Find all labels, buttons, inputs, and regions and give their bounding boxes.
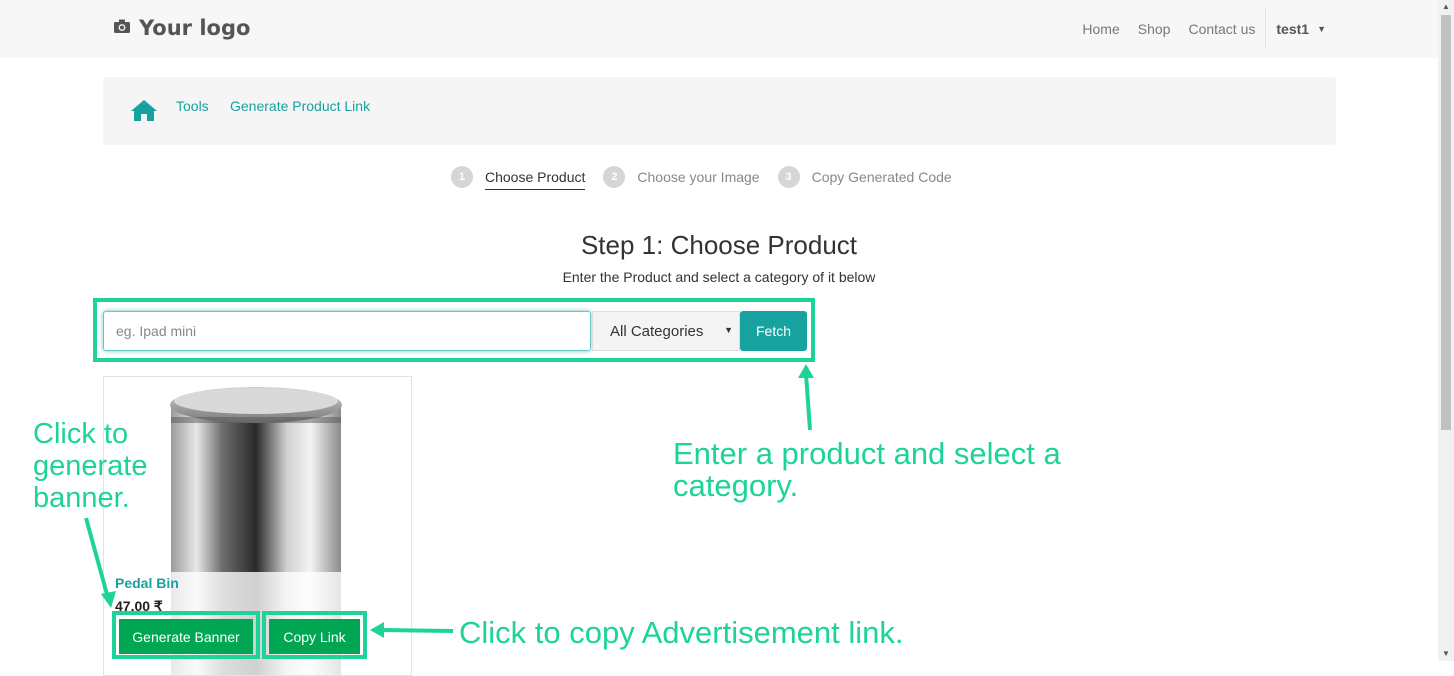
scrollbar[interactable]: ▲ ▼ xyxy=(1438,0,1454,661)
navbar: Your logo Home Shop Contact us test1 ▼ xyxy=(0,0,1438,58)
logo[interactable]: Your logo xyxy=(113,16,250,40)
breadcrumb-tools[interactable]: Tools xyxy=(176,98,209,114)
category-selected: All Categories xyxy=(610,322,704,340)
step-number: 1 xyxy=(451,166,473,188)
step-choose-image[interactable]: 2 Choose your Image xyxy=(603,166,760,188)
search-placeholder: eg. Ipad mini xyxy=(116,323,197,339)
annotation-enter-product: Enter a product and select a category. xyxy=(673,436,1061,503)
annotation-generate-banner: Click to generate banner. xyxy=(33,418,148,514)
product-name-link[interactable]: Pedal Bin xyxy=(115,575,179,591)
step-choose-product[interactable]: 1 Choose Product xyxy=(451,164,586,190)
breadcrumb: Tools Generate Product Link xyxy=(103,77,1336,145)
category-select[interactable]: All Categories ▼ xyxy=(592,311,740,351)
nav-link-home[interactable]: Home xyxy=(1082,21,1119,37)
logo-text: Your logo xyxy=(139,16,251,40)
step-copy-code[interactable]: 3 Copy Generated Code xyxy=(777,166,952,188)
scroll-up-icon[interactable]: ▲ xyxy=(1438,0,1454,14)
step-label: Choose your Image xyxy=(637,169,760,185)
page-subtitle: Enter the Product and select a category … xyxy=(562,269,876,285)
step-label: Choose Product xyxy=(485,169,586,190)
annotation-copy-link: Click to copy Advertisement link. xyxy=(459,615,904,650)
nav-links: Home Shop Contact us test1 ▼ xyxy=(1064,0,1326,58)
generate-banner-button[interactable]: Generate Banner xyxy=(119,619,253,654)
fetch-button[interactable]: Fetch xyxy=(740,311,807,351)
step-number: 3 xyxy=(777,166,800,188)
wizard-steps: 1 Choose Product 2 Choose your Image 3 C… xyxy=(451,164,970,190)
home-icon[interactable] xyxy=(130,98,158,122)
nav-link-contact[interactable]: Contact us xyxy=(1188,21,1255,37)
camera-icon xyxy=(113,18,131,39)
caret-down-icon: ▼ xyxy=(724,325,733,335)
step-number: 2 xyxy=(603,166,626,188)
user-menu[interactable]: test1 ▼ xyxy=(1265,9,1326,49)
user-name: test1 xyxy=(1276,21,1310,37)
breadcrumb-generate-product-link[interactable]: Generate Product Link xyxy=(230,98,370,114)
scroll-down-icon[interactable]: ▼ xyxy=(1438,647,1454,661)
caret-down-icon: ▼ xyxy=(1317,24,1326,34)
search-input[interactable]: eg. Ipad mini xyxy=(103,311,591,351)
step-label: Copy Generated Code xyxy=(811,169,952,185)
nav-link-shop[interactable]: Shop xyxy=(1138,21,1171,37)
page-title: Step 1: Choose Product xyxy=(580,230,858,260)
copy-link-button[interactable]: Copy Link xyxy=(269,619,360,654)
arrow-to-search xyxy=(798,364,814,431)
scroll-thumb[interactable] xyxy=(1441,15,1451,430)
